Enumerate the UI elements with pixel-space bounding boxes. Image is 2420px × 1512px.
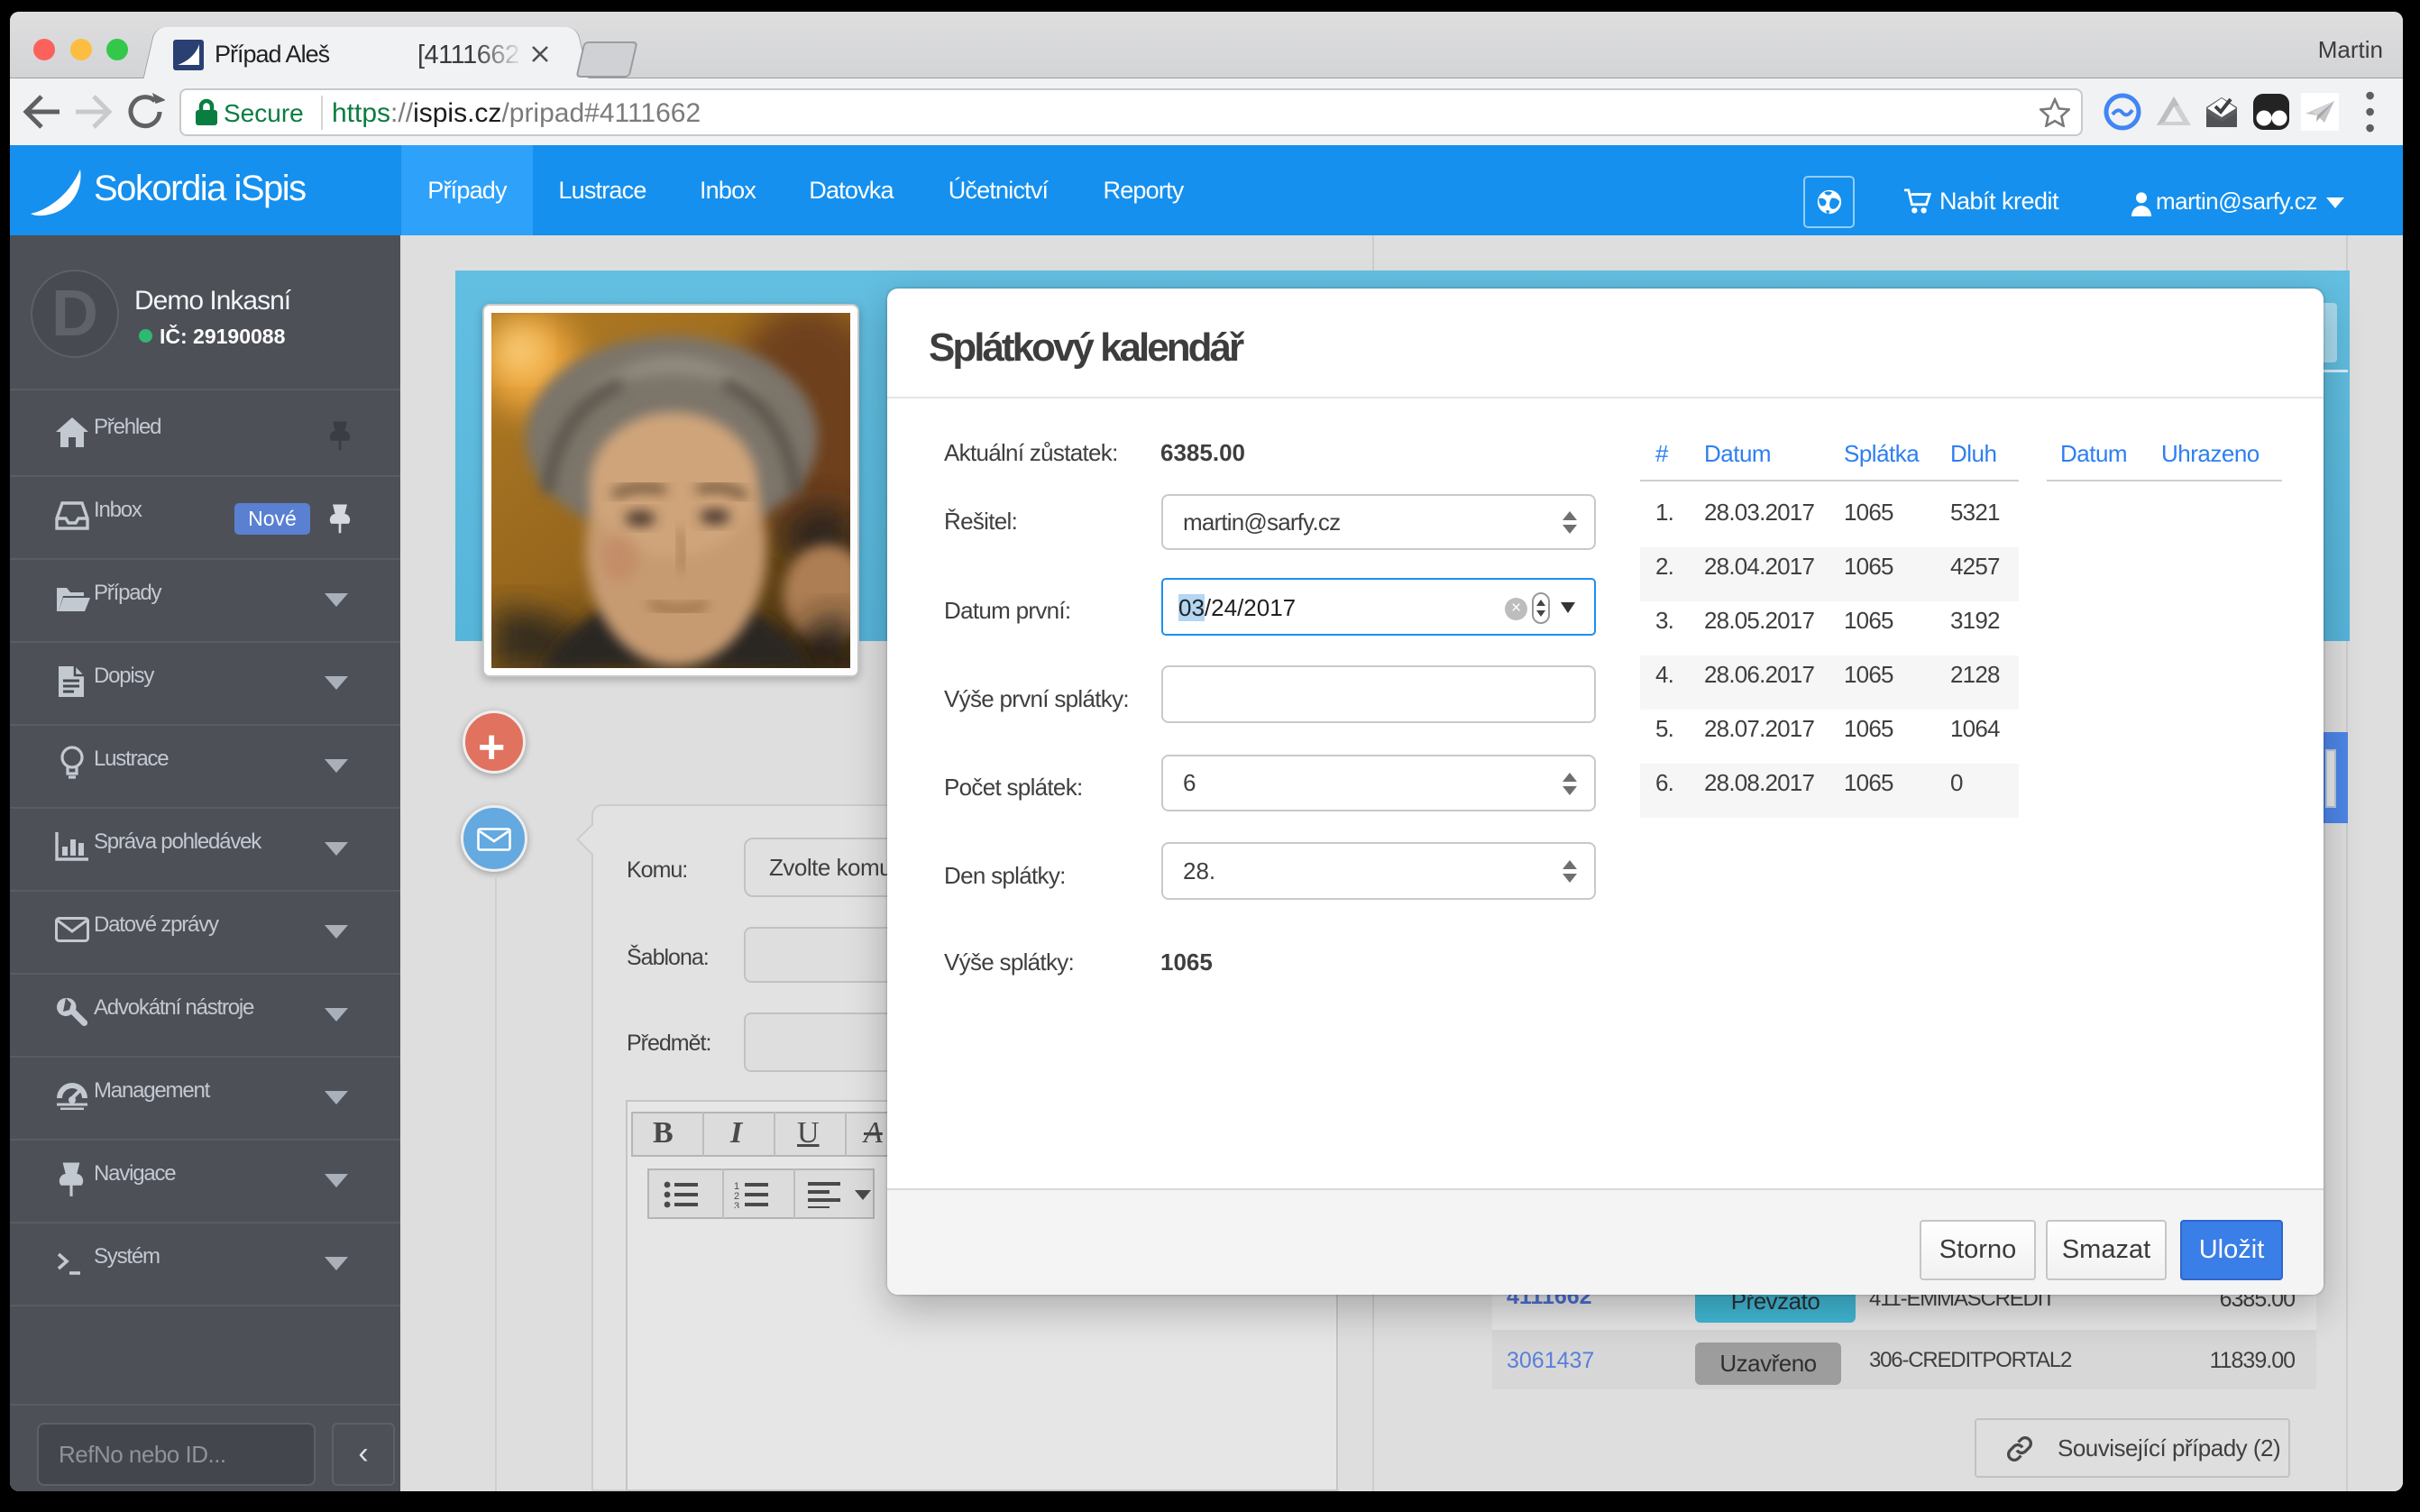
svg-text:3: 3	[734, 1201, 739, 1208]
